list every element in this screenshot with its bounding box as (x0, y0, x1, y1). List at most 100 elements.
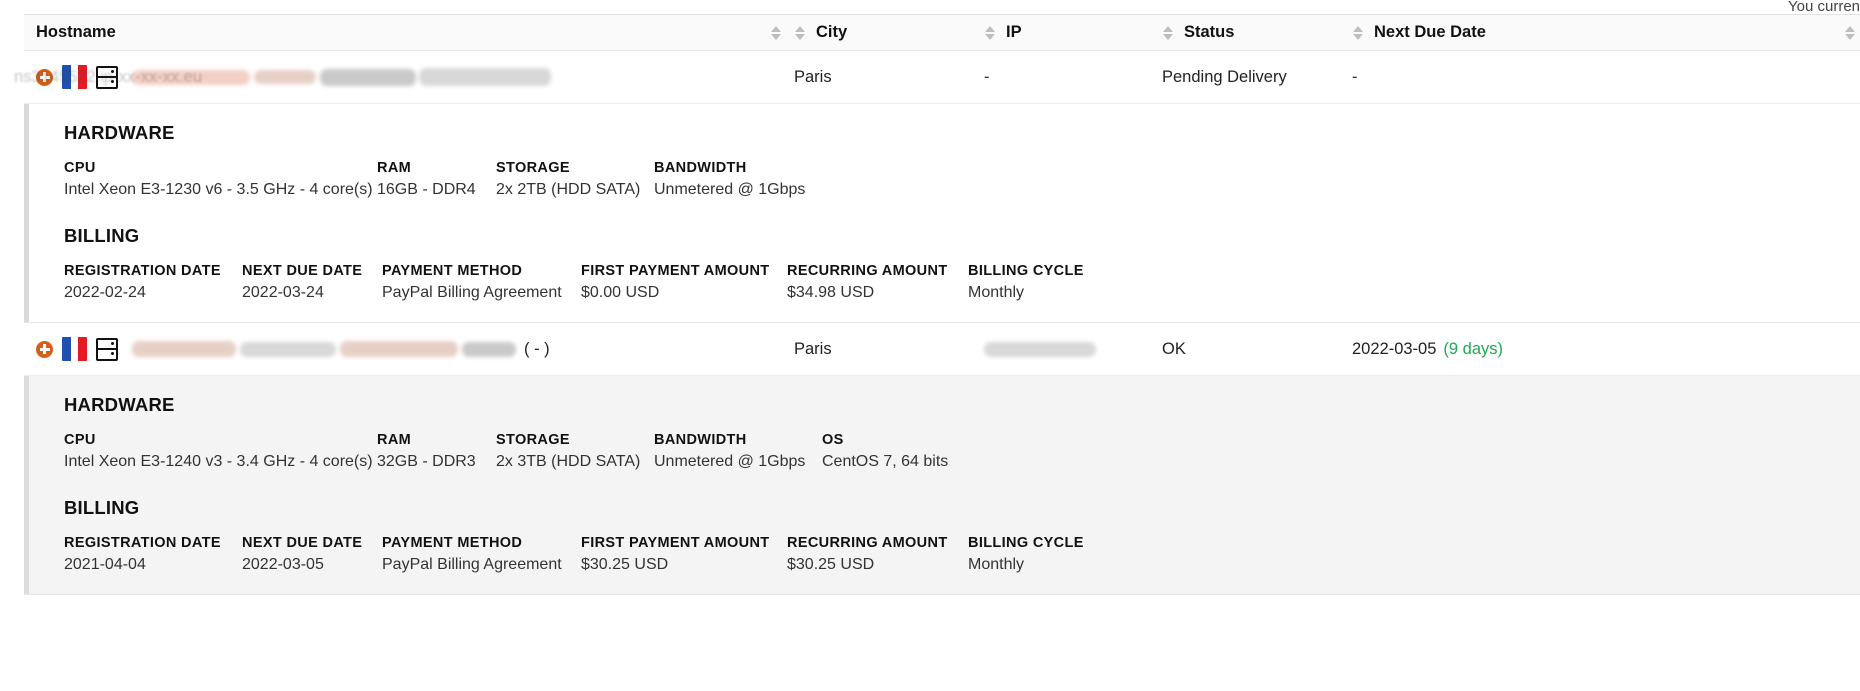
billing-value: Monthly (968, 284, 1025, 301)
sort-icon[interactable] (1352, 24, 1364, 42)
sort-icon[interactable] (1162, 24, 1174, 42)
services-table: Hostname City IP Status Next Due Date ns… (14, 14, 1860, 595)
billing-label: FIRST PAYMENT AMOUNT (581, 263, 770, 279)
billing-value: 2022-03-05 (242, 556, 324, 573)
cell-next-due-date: - (1352, 67, 1358, 86)
sort-icon[interactable] (770, 24, 782, 42)
billing-section-title: BILLING (64, 225, 140, 246)
billing-specs: REGISTRATION DATE 2022-02-24 NEXT DUE DA… (64, 263, 1860, 302)
spec-label: BANDWIDTH (654, 160, 747, 176)
billing-next-due-date: NEXT DUE DATE 2022-03-05 (242, 535, 382, 574)
billing-cycle: BILLING CYCLE Monthly (968, 535, 1128, 574)
spec-label: RAM (377, 432, 412, 448)
billing-value: $30.25 USD (787, 556, 875, 573)
cell-hostname[interactable]: ns3145522.ip-xx-xx-xx.eu (14, 51, 794, 104)
spec-label: BANDWIDTH (654, 432, 747, 448)
cell-hostname[interactable]: ( - ) (24, 323, 794, 376)
billing-label: BILLING CYCLE (968, 535, 1084, 551)
spec-cpu: CPU Intel Xeon E3-1240 v3 - 3.4 GHz - 4 … (64, 432, 377, 471)
spec-label: OS (822, 432, 844, 448)
cell-ip (984, 323, 1162, 376)
spec-bandwidth: BANDWIDTH Unmetered @ 1Gbps (654, 432, 822, 471)
billing-label: FIRST PAYMENT AMOUNT (581, 535, 770, 551)
spec-value: Intel Xeon E3-1240 v3 - 3.4 GHz - 4 core… (64, 453, 373, 470)
spec-value: 32GB - DDR3 (377, 453, 476, 470)
spec-storage: STORAGE 2x 3TB (HDD SATA) (496, 432, 654, 471)
column-header-next-due-date[interactable]: Next Due Date (1352, 15, 1860, 51)
column-label-hostname: Hostname (36, 23, 116, 41)
hostname-redacted: ( - ) (132, 340, 550, 359)
spec-value: 16GB - DDR4 (377, 181, 476, 198)
server-list-page: You curren Hostname City IP Status Next … (0, 0, 1860, 691)
billing-block: BILLING REGISTRATION DATE 2022-02-24 NEX… (42, 225, 1860, 302)
sort-icon[interactable] (794, 24, 806, 42)
cell-status: OK (1162, 339, 1186, 358)
billing-registration-date: REGISTRATION DATE 2021-04-04 (64, 535, 242, 574)
billing-section-title: BILLING (64, 497, 140, 518)
spec-os: OS CentOS 7, 64 bits (822, 432, 982, 471)
billing-first-payment-amount: FIRST PAYMENT AMOUNT $0.00 USD (581, 263, 787, 302)
spec-label: CPU (64, 160, 96, 176)
billing-label: NEXT DUE DATE (242, 535, 363, 551)
billing-next-due-date: NEXT DUE DATE 2022-03-24 (242, 263, 382, 302)
hardware-section-title: HARDWARE (64, 394, 175, 415)
column-header-ip[interactable]: IP (984, 15, 1162, 51)
server-icon (96, 337, 118, 361)
billing-value: $30.25 USD (581, 556, 669, 573)
billing-first-payment-amount: FIRST PAYMENT AMOUNT $30.25 USD (581, 535, 787, 574)
spec-label: STORAGE (496, 160, 570, 176)
billing-payment-method: PAYMENT METHOD PayPal Billing Agreement (382, 535, 581, 574)
column-label-status: Status (1184, 23, 1235, 41)
spec-value: 2x 3TB (HDD SATA) (496, 453, 641, 470)
row-icons (36, 337, 118, 361)
billing-value: Monthly (968, 556, 1025, 573)
spec-value: 2x 2TB (HDD SATA) (496, 181, 641, 198)
cell-city: Paris (794, 339, 832, 358)
billing-label: PAYMENT METHOD (382, 263, 523, 279)
next-due-date-value: 2022-03-05 (1352, 339, 1437, 358)
billing-payment-method: PAYMENT METHOD PayPal Billing Agreement (382, 263, 581, 302)
table-row[interactable]: ns3145522.ip-xx-xx-xx.eu Paris - Pending… (14, 51, 1860, 104)
spec-ram: RAM 16GB - DDR4 (377, 160, 496, 199)
billing-value: PayPal Billing Agreement (382, 284, 562, 301)
table-row[interactable]: ( - ) Paris OK 2022-03-05 (9 days) (24, 323, 1860, 376)
spec-ram: RAM 32GB - DDR3 (377, 432, 496, 471)
column-label-city: City (816, 23, 848, 41)
spec-value: Unmetered @ 1Gbps (654, 453, 806, 470)
billing-value: 2022-02-24 (64, 284, 146, 301)
spec-cpu: CPU Intel Xeon E3-1230 v6 - 3.5 GHz - 4 … (64, 160, 377, 199)
column-header-status[interactable]: Status (1162, 15, 1352, 51)
billing-registration-date: REGISTRATION DATE 2022-02-24 (64, 263, 242, 302)
hardware-section-title: HARDWARE (64, 122, 175, 143)
billing-value: $0.00 USD (581, 284, 660, 301)
cell-next-due-date: 2022-03-05 (9 days) (1352, 323, 1860, 376)
spec-label: CPU (64, 432, 96, 448)
hostname-fragment: ( - ) (524, 339, 550, 358)
next-due-days-badge: (9 days) (1443, 339, 1504, 358)
column-header-city[interactable]: City (794, 15, 984, 51)
column-header-hostname[interactable]: Hostname (24, 15, 794, 51)
hostname-redacted: ns3145522.ip-xx-xx-xx.eu (14, 68, 551, 86)
expand-icon[interactable] (36, 340, 53, 358)
billing-value: 2022-03-24 (242, 284, 324, 301)
spec-value: Unmetered @ 1Gbps (654, 181, 806, 198)
sort-icon[interactable] (984, 24, 996, 42)
billing-block: BILLING REGISTRATION DATE 2021-04-04 NEX… (42, 497, 1860, 574)
billing-value: 2021-04-04 (64, 556, 146, 573)
billing-specs: REGISTRATION DATE 2021-04-04 NEXT DUE DA… (64, 535, 1860, 574)
row-detail-panel: HARDWARE CPU Intel Xeon E3-1240 v3 - 3.4… (24, 376, 1860, 595)
table-header-row: Hostname City IP Status Next Due Date (24, 15, 1860, 51)
billing-label: PAYMENT METHOD (382, 535, 523, 551)
hardware-specs: CPU Intel Xeon E3-1230 v6 - 3.5 GHz - 4 … (64, 160, 1860, 199)
billing-label: NEXT DUE DATE (242, 263, 363, 279)
cell-status: Pending Delivery (1162, 67, 1287, 86)
billing-cycle: BILLING CYCLE Monthly (968, 263, 1128, 302)
spec-storage: STORAGE 2x 2TB (HDD SATA) (496, 160, 654, 199)
billing-recurring-amount: RECURRING AMOUNT $30.25 USD (787, 535, 968, 574)
billing-recurring-amount: RECURRING AMOUNT $34.98 USD (787, 263, 968, 302)
sort-icon[interactable] (1844, 24, 1856, 42)
spec-value: CentOS 7, 64 bits (822, 453, 949, 470)
billing-label: BILLING CYCLE (968, 263, 1084, 279)
spec-value: Intel Xeon E3-1230 v6 - 3.5 GHz - 4 core… (64, 181, 373, 198)
billing-label: RECURRING AMOUNT (787, 263, 948, 279)
